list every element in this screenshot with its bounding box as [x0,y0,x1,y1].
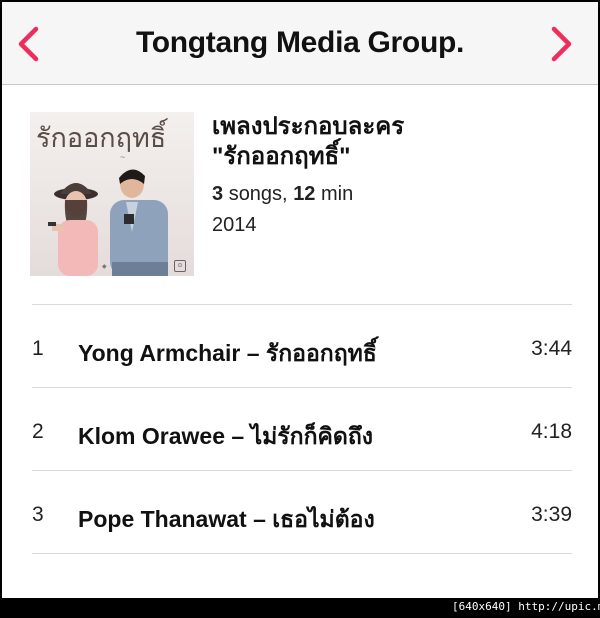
forward-button[interactable] [542,24,582,64]
album-art-title: รักออกฤทธิ์ [36,123,167,153]
album-year: 2014 [212,214,257,236]
duration-unit: min [321,183,354,205]
album-screen: Tongtang Media Group. รักออกฤทธิ์ ~ ◆ ⊙ … [2,2,598,598]
album-header: รักออกฤทธิ์ ~ ◆ ⊙ เพลงประกอบละคร "รักออก… [30,112,570,278]
song-count: 3 [212,183,224,205]
chevron-left-icon [18,26,39,62]
songs-label: songs, [228,183,288,205]
page-title: Tongtang Media Group. [135,26,465,59]
label-logo: ◆ [102,264,107,270]
album-title-line-1: เพลงประกอบละคร [212,113,405,140]
track-row[interactable]: 2 Klom Orawee – ไม่รักก็คิดถึง 4:18 [32,388,572,471]
album-meta: 3 songs, 12 min [212,180,572,208]
track-list: 1 Yong Armchair – รักออกฤทธิ์ 3:44 2 Klo… [32,305,572,554]
chevron-right-icon [551,26,572,62]
image-frame: Tongtang Media Group. รักออกฤทธิ์ ~ ◆ ⊙ … [0,0,600,618]
album-artwork[interactable]: รักออกฤทธิ์ ~ ◆ ⊙ [30,112,194,276]
track-duration: 3:44 [531,337,572,360]
album-art-subtitle: ~ [120,152,126,162]
back-button[interactable] [8,24,48,64]
track-number: 1 [32,337,44,360]
rating-badge: ⊙ [174,260,186,272]
navigation-bar: Tongtang Media Group. [2,2,598,85]
album-duration: 12 [293,183,316,205]
track-row[interactable]: 3 Pope Thanawat – เธอไม่ต้อง 3:39 [32,471,572,554]
track-duration: 3:39 [531,503,572,526]
track-duration: 4:18 [531,420,572,443]
track-number: 2 [32,420,44,443]
watermark-text: [640x640] http://upic.me/ [452,600,600,613]
track-title: Klom Orawee – ไม่รักก็คิดถึง [78,423,373,449]
album-title-line-2: "รักออกฤทธิ์" [212,143,351,170]
album-info: เพลงประกอบละคร "รักออกฤทธิ์" 3 songs, 12… [212,112,572,237]
track-title: Yong Armchair – รักออกฤทธิ์ [78,340,377,366]
track-row[interactable]: 1 Yong Armchair – รักออกฤทธิ์ 3:44 [32,305,572,388]
track-title: Pope Thanawat – เธอไม่ต้อง [78,506,375,532]
track-number: 3 [32,503,44,526]
album-title: เพลงประกอบละคร "รักออกฤทธิ์" [212,112,572,172]
